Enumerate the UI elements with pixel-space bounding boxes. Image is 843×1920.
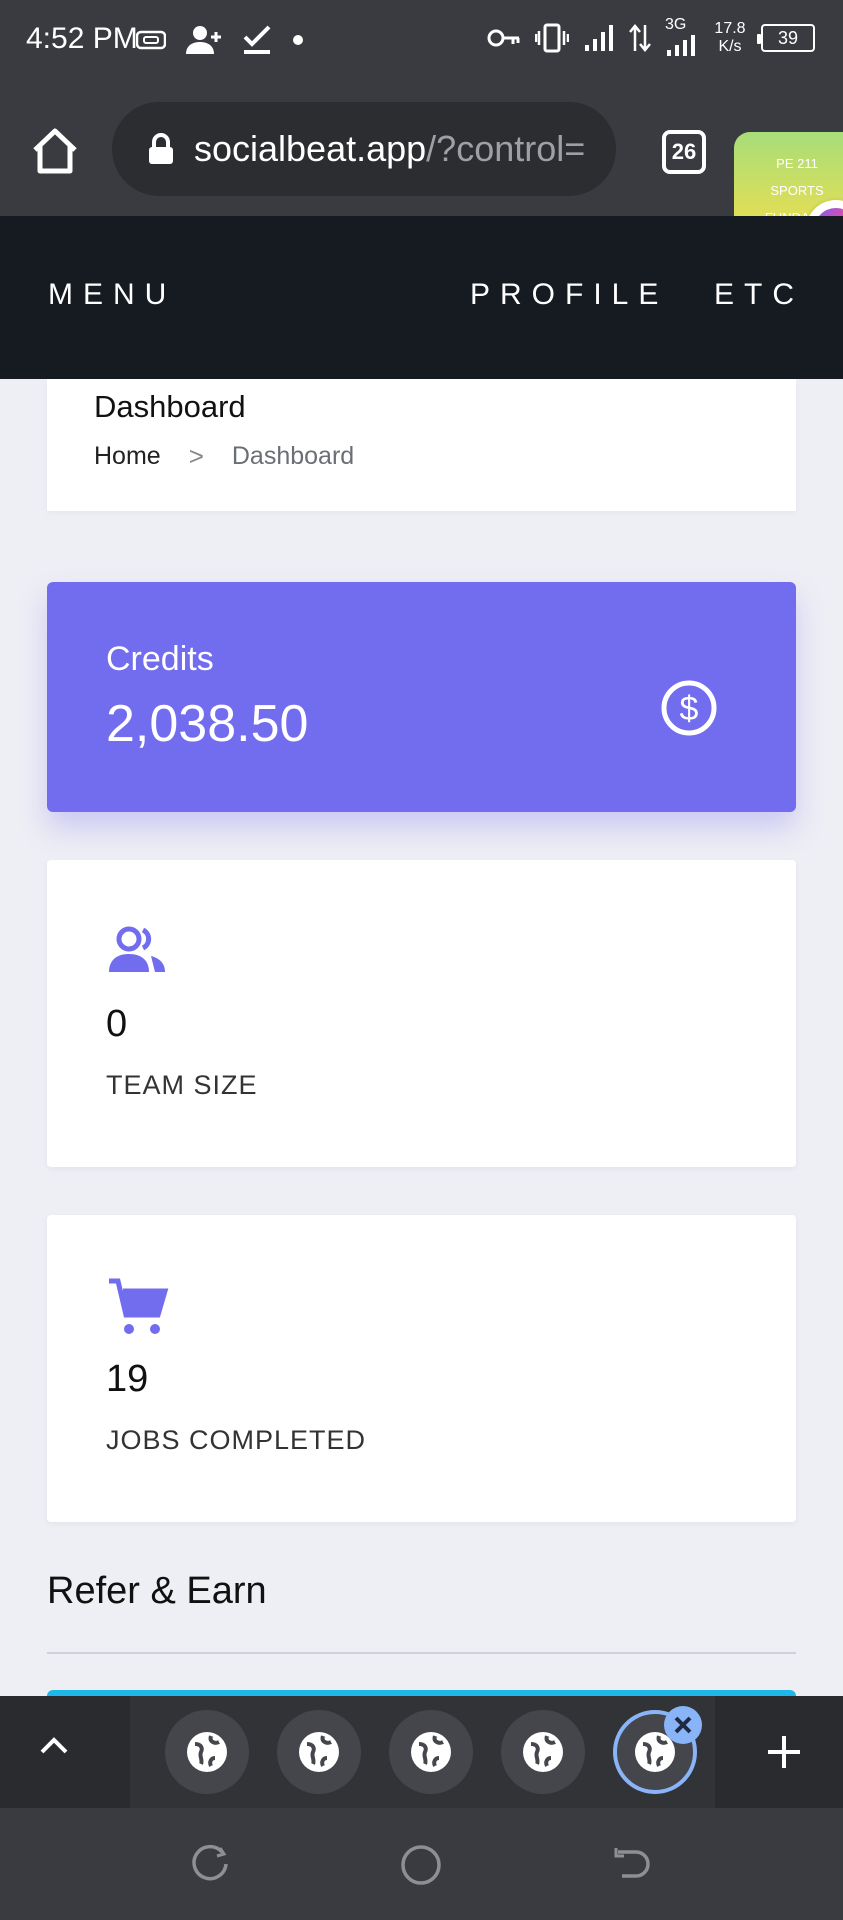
check-icon bbox=[243, 25, 271, 54]
battery-icon: 39 bbox=[757, 24, 815, 52]
close-icon[interactable] bbox=[664, 1706, 702, 1744]
tab-thumbnail[interactable] bbox=[389, 1710, 473, 1794]
nav-menu[interactable]: MENU bbox=[48, 278, 176, 312]
sticky-line-1: PE 211 bbox=[776, 156, 818, 171]
jobs-completed-card: 19 JOBS COMPLETED bbox=[47, 1215, 796, 1522]
jobs-completed-label: JOBS COMPLETED bbox=[106, 1425, 367, 1455]
svg-text:$: $ bbox=[680, 690, 699, 728]
team-size-card: 0 TEAM SIZE bbox=[47, 860, 796, 1167]
home-icon[interactable] bbox=[30, 126, 80, 176]
breadcrumb-separator: > bbox=[188, 441, 204, 471]
tab-thumbnail[interactable] bbox=[501, 1710, 585, 1794]
tab-count-button[interactable]: 26 bbox=[662, 130, 706, 174]
credits-card: Credits 2,038.50 $ bbox=[47, 582, 796, 812]
signal-icon bbox=[585, 25, 613, 51]
page-title: Dashboard bbox=[94, 389, 246, 424]
plus-icon[interactable] bbox=[764, 1732, 804, 1772]
url-domain: socialbeat.app bbox=[194, 128, 427, 169]
nav-etc[interactable]: ETC bbox=[714, 278, 804, 312]
recents-icon[interactable] bbox=[192, 1844, 232, 1884]
people-icon bbox=[109, 926, 165, 972]
credits-label: Credits bbox=[106, 640, 214, 678]
team-size-value: 0 bbox=[106, 1003, 128, 1045]
url-path: /?control= bbox=[426, 128, 586, 169]
globe-icon bbox=[299, 1732, 339, 1772]
signal-3g-icon bbox=[667, 35, 695, 56]
status-bar: 4:52 PM 3G 17.8 K/s 39 bbox=[0, 0, 843, 86]
breadcrumb-home[interactable]: Home bbox=[94, 442, 161, 471]
globe-icon bbox=[523, 1732, 563, 1772]
vr-icon bbox=[136, 30, 166, 50]
data-arrows-icon bbox=[629, 24, 651, 52]
dot-icon bbox=[293, 35, 303, 45]
network-type: 3G bbox=[665, 16, 687, 33]
status-icons-right: 3G 17.8 K/s 39 bbox=[487, 16, 815, 56]
add-person-icon bbox=[186, 26, 221, 54]
cart-icon bbox=[109, 1278, 169, 1334]
key-icon bbox=[487, 29, 520, 47]
credits-value: 2,038.50 bbox=[106, 695, 309, 753]
section-divider bbox=[47, 1652, 796, 1654]
top-navigation: MENU PROFILE ETC bbox=[0, 216, 843, 379]
tab-thumbnail[interactable] bbox=[277, 1710, 361, 1794]
android-navigation-bar bbox=[0, 1808, 843, 1920]
vibrate-icon bbox=[535, 23, 569, 53]
team-size-label: TEAM SIZE bbox=[106, 1070, 258, 1100]
globe-icon bbox=[187, 1732, 227, 1772]
tab-switcher-bar bbox=[0, 1696, 843, 1808]
tab-thumbnail[interactable] bbox=[165, 1710, 249, 1794]
network-speed: 17.8 K/s bbox=[714, 20, 746, 55]
status-icons-left bbox=[136, 24, 304, 56]
home-circle-icon[interactable] bbox=[400, 1844, 442, 1886]
breadcrumb: Home > Dashboard bbox=[94, 441, 354, 472]
back-icon[interactable] bbox=[612, 1844, 652, 1884]
page-header-card: Dashboard Home > Dashboard bbox=[47, 379, 796, 511]
status-time: 4:52 PM bbox=[26, 22, 138, 55]
dollar-circle-icon: $ bbox=[661, 680, 717, 736]
url-bar[interactable]: socialbeat.app/?control= bbox=[112, 102, 616, 196]
nav-profile[interactable]: PROFILE bbox=[470, 278, 668, 312]
chevron-up-icon[interactable] bbox=[34, 1726, 74, 1766]
browser-toolbar: socialbeat.app/?control= 26 bbox=[0, 86, 843, 216]
refer-earn-heading: Refer & Earn bbox=[47, 1570, 267, 1612]
jobs-completed-value: 19 bbox=[106, 1358, 149, 1400]
breadcrumb-current: Dashboard bbox=[231, 442, 355, 470]
lock-icon bbox=[149, 133, 173, 164]
globe-icon bbox=[411, 1732, 451, 1772]
tabs-strip bbox=[130, 1696, 715, 1808]
